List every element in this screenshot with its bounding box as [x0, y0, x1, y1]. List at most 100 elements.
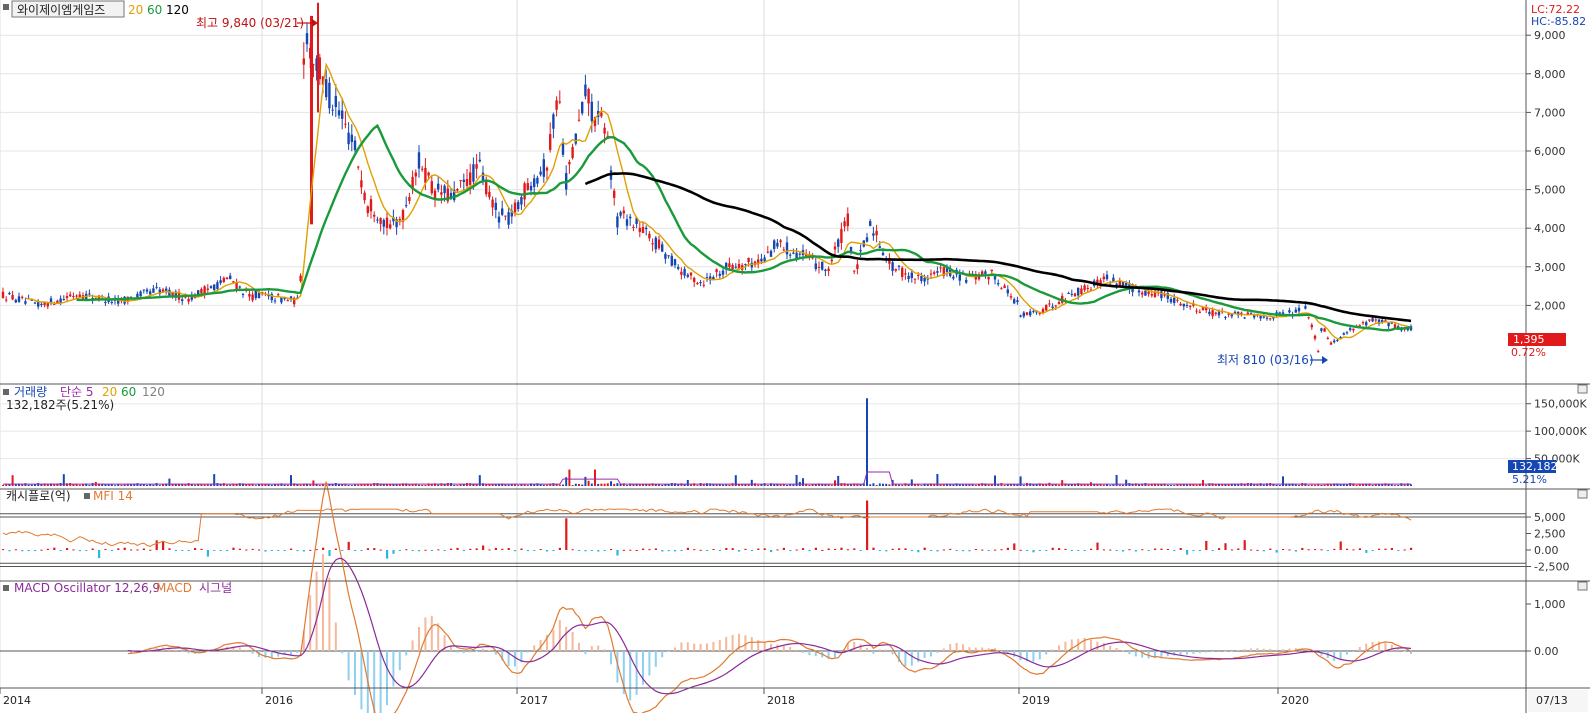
candle-body [302, 58, 305, 65]
cashflow-bar [770, 550, 773, 553]
cashflow-bar [1333, 548, 1336, 550]
macd-oscillator-bar [584, 651, 587, 655]
candle-body [17, 296, 21, 302]
cashflow-bar [910, 550, 913, 551]
macd-oscillator-bar [411, 640, 414, 651]
candle-body [1003, 285, 1006, 289]
volume-bar [1058, 484, 1060, 486]
macd-oscillator-bar [725, 636, 728, 651]
price-tick-label: 5,000 [1534, 184, 1566, 197]
candle-body [475, 164, 478, 169]
volume-bar [834, 480, 836, 486]
cashflow-bar [283, 550, 286, 551]
candle-body [1077, 287, 1080, 296]
candle-body [283, 298, 286, 300]
candle-body [827, 268, 830, 271]
macd-oscillator-bar [1275, 649, 1278, 651]
collapse-button[interactable] [1577, 581, 1588, 591]
volume-bar [830, 484, 833, 486]
candle-body [1195, 310, 1198, 312]
macd-oscillator-bar [936, 651, 939, 653]
macd-oscillator-bar [974, 647, 977, 651]
volume-ma60-label: 60 [121, 385, 136, 399]
volume-bar [203, 484, 206, 486]
macd-oscillator-bar [1346, 651, 1348, 655]
candle-body [152, 288, 155, 293]
volume-bar [888, 484, 891, 486]
cashflow-bar [1365, 550, 1368, 553]
candle-body [1288, 310, 1291, 313]
cashflow-bar [40, 549, 43, 551]
price-tick-label: 2,000 [1534, 299, 1566, 312]
cashflow-bar [501, 548, 504, 550]
cashflow-bar [1192, 550, 1195, 552]
cashflow-bar [386, 550, 389, 559]
candle-body [421, 168, 424, 170]
volume-bar [738, 484, 740, 486]
cashflow-bar [533, 550, 536, 551]
cashflow-bar [520, 548, 523, 550]
volume-bar [1042, 484, 1044, 486]
volume-bar [600, 483, 603, 486]
volume-bar [757, 484, 760, 486]
candle-body [69, 294, 72, 297]
volume-bar [792, 484, 795, 486]
candle-body [286, 300, 289, 302]
volume-bar [1298, 485, 1300, 486]
volume-bar [571, 485, 574, 486]
cashflow-bar [763, 548, 766, 550]
macd-oscillator-bar [328, 577, 331, 651]
cashflow-bar [1166, 549, 1169, 551]
volume-bar [578, 483, 580, 486]
macd-oscillator-bar [610, 651, 612, 665]
candle-body [65, 296, 69, 299]
macd-oscillator-bar [475, 651, 478, 652]
candle-body [1307, 317, 1310, 319]
candle-body [846, 213, 849, 227]
candle-body [584, 84, 587, 97]
candle-body [277, 294, 280, 296]
volume-bar [725, 484, 728, 486]
volume-bar [318, 484, 321, 486]
volume-bar [1205, 485, 1208, 486]
volume-bar [1355, 484, 1358, 486]
volume-bar [683, 484, 686, 486]
candle-body [1224, 316, 1227, 318]
cashflow-bar [1256, 549, 1259, 551]
cashflow-bar [110, 550, 113, 551]
volume-bar [533, 484, 536, 486]
cashflow-bar [699, 549, 702, 551]
cashflow-bar [1314, 549, 1317, 551]
candle-body [529, 185, 533, 191]
macd-oscillator-bar [866, 648, 868, 651]
candle-body [331, 109, 334, 111]
volume-title: 거래량 [14, 385, 47, 399]
macd-oscillator-bar [1038, 651, 1041, 660]
cashflow-bar [1109, 549, 1112, 551]
cashflow-bar [1173, 550, 1176, 551]
volume-bar [1122, 484, 1124, 486]
candle-body [571, 146, 574, 158]
candle-body [1313, 335, 1317, 339]
candle-body [88, 293, 91, 295]
candle-body [494, 202, 497, 210]
volume-bar [1051, 484, 1054, 486]
cashflow-bar [366, 548, 369, 550]
volume-bar [901, 484, 904, 486]
candle-body [181, 299, 184, 302]
cashflow-bar [552, 550, 555, 551]
collapse-button[interactable] [1577, 384, 1588, 394]
candle-body [257, 292, 261, 299]
macd-oscillator-bar [565, 626, 568, 651]
cashflow-bar [462, 550, 465, 551]
candle-body [398, 219, 401, 221]
cashflow-bar [1128, 549, 1131, 551]
macd-oscillator-bar [558, 620, 561, 651]
volume-bar [1016, 484, 1019, 486]
cashflow-bar [654, 548, 657, 550]
candle-body [1365, 322, 1368, 326]
macd-oscillator-bar [597, 645, 600, 651]
cashflow-bar [1006, 547, 1009, 550]
collapse-button[interactable] [1577, 489, 1588, 499]
stock-name: 와이제이엠게임즈 [17, 3, 105, 17]
